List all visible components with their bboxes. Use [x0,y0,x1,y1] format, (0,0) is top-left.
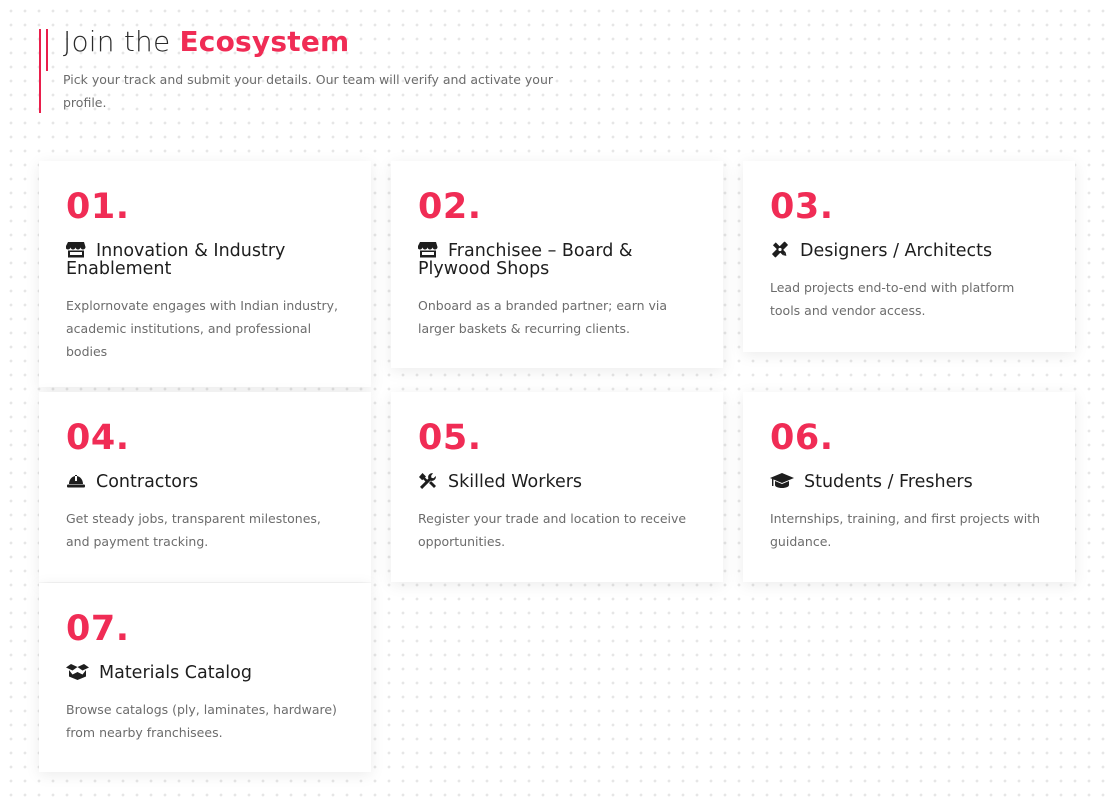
card-title-text: Materials Catalog [99,663,252,683]
store-icon [66,241,86,258]
card-description: Explornovate engages with Indian industr… [66,298,339,359]
card-title: Students / Freshers [770,472,1048,491]
card-title-text: Students / Freshers [804,472,973,492]
track-card-designers[interactable]: 03. Designers / Architects Lead projects… [743,161,1075,352]
box-open-icon [66,663,89,680]
track-card-innovation[interactable]: 01. Innovation & Industry Enablement Exp… [39,161,371,387]
card-title: Skilled Workers [418,472,696,491]
card-title: Designers / Architects [770,241,1048,260]
card-title-text: Skilled Workers [448,472,583,492]
card-title: Innovation & Industry Enablement [66,241,344,278]
card-title-text: Contractors [96,472,199,492]
card-number: 02. [418,187,482,227]
card-description: Lead projects end-to-end with platform t… [770,280,1015,318]
page-title: Join the Ecosystem [63,25,349,58]
card-title: Contractors [66,472,344,491]
card-number: 06. [770,418,834,458]
card-title-text: Designers / Architects [800,241,993,261]
card-number: 03. [770,187,834,227]
tools-icon [418,472,438,489]
card-description: Register your trade and location to rece… [418,511,687,549]
accent-bar-short [46,29,48,71]
page-subtitle: Pick your track and submit your details.… [63,72,554,110]
card-title-text: Innovation & Industry Enablement [66,241,286,279]
store-icon [418,241,438,258]
track-card-franchisee[interactable]: 02. Franchisee – Board & Plywood Shops O… [391,161,723,368]
title-prefix: Join the [63,25,171,58]
card-description: Get steady jobs, transparent milestones,… [66,511,321,549]
hard-hat-icon [66,472,86,489]
pencil-ruler-icon [770,241,790,258]
card-title: Materials Catalog [66,663,344,682]
card-title-text: Franchisee – Board & Plywood Shops [418,241,633,279]
title-accent: Ecosystem [179,25,350,58]
card-number: 04. [66,418,130,458]
card-title: Franchisee – Board & Plywood Shops [418,241,696,278]
card-description: Internships, training, and first project… [770,511,1040,549]
accent-bar [39,29,41,113]
card-description: Onboard as a branded partner; earn via l… [418,298,668,336]
track-card-students[interactable]: 06. Students / Freshers Internships, tra… [743,392,1075,582]
track-card-contractors[interactable]: 04. Contractors Get steady jobs, transpa… [39,392,371,582]
card-number: 01. [66,187,130,227]
card-description: Browse catalogs (ply, laminates, hardwar… [66,702,337,740]
card-number: 07. [66,609,130,649]
track-card-skilled-workers[interactable]: 05. Skilled Workers Register your trade … [391,392,723,582]
track-card-materials[interactable]: 07. Materials Catalog Browse catalogs (p… [39,583,371,772]
graduation-cap-icon [770,472,794,489]
card-number: 05. [418,418,482,458]
